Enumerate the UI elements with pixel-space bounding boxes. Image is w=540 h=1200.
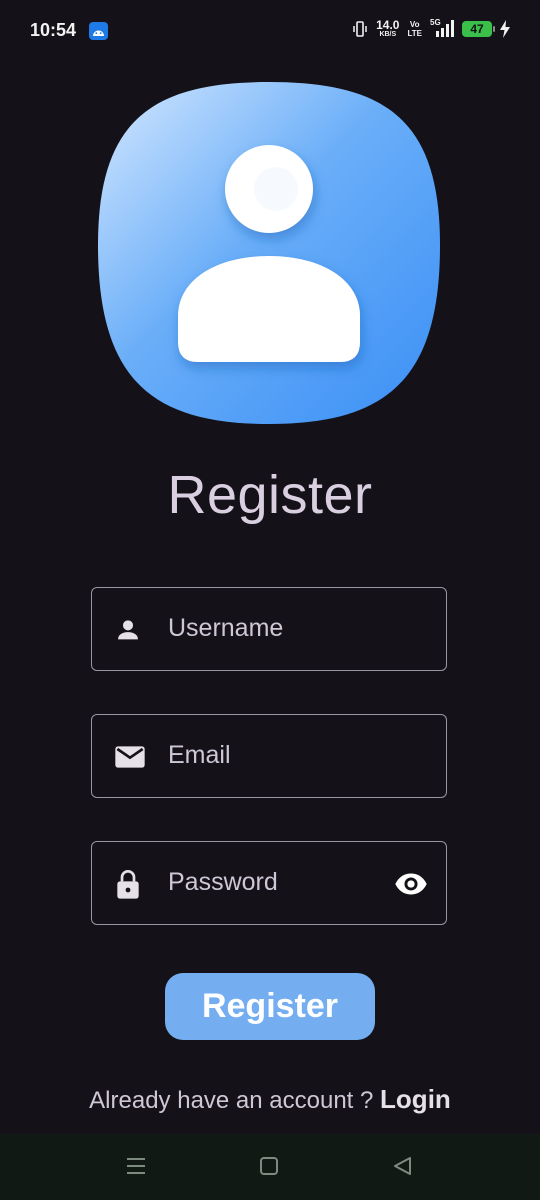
status-time: 10:54	[30, 20, 77, 40]
charging-icon	[500, 20, 510, 38]
mail-icon	[114, 743, 145, 771]
back-button[interactable]	[392, 1156, 416, 1178]
email-field[interactable]	[91, 714, 447, 798]
android-notification-icon	[89, 22, 108, 40]
signal-icon: 5G	[430, 18, 454, 38]
volte-top: Vo	[409, 20, 420, 29]
recent-apps-button[interactable]	[126, 1156, 150, 1178]
vibrate-icon	[353, 21, 367, 37]
email-input[interactable]	[168, 715, 388, 796]
status-bar: 10:54 14.0 KB/S Vo LTE 5G 47	[0, 0, 540, 62]
username-input[interactable]	[168, 588, 388, 669]
network-type: 5G	[430, 18, 441, 27]
person-icon	[114, 616, 142, 644]
username-field[interactable]	[91, 587, 447, 671]
network-speed-value: 14.0	[376, 18, 400, 32]
login-prompt: Already have an account ? Login	[0, 1084, 540, 1115]
network-speed: 14.0 KB/S	[376, 19, 399, 39]
battery-level: 47	[462, 21, 495, 37]
login-link[interactable]: Login	[380, 1084, 451, 1114]
login-prompt-text: Already have an account ?	[89, 1087, 374, 1114]
network-speed-unit: KB/S	[379, 31, 397, 38]
page-title: Register	[167, 465, 373, 525]
system-nav-bar	[0, 1134, 540, 1200]
volte-bottom: LTE	[407, 29, 422, 38]
password-input[interactable]	[168, 842, 388, 923]
home-button[interactable]	[259, 1156, 283, 1178]
eye-icon[interactable]	[394, 870, 428, 898]
app-logo	[96, 80, 442, 426]
password-field[interactable]	[91, 841, 447, 925]
register-button[interactable]: Register	[165, 973, 375, 1040]
volte-indicator: Vo LTE	[407, 20, 422, 38]
status-indicators: 14.0 KB/S Vo LTE 5G 47	[352, 18, 510, 39]
lock-icon	[114, 868, 142, 899]
